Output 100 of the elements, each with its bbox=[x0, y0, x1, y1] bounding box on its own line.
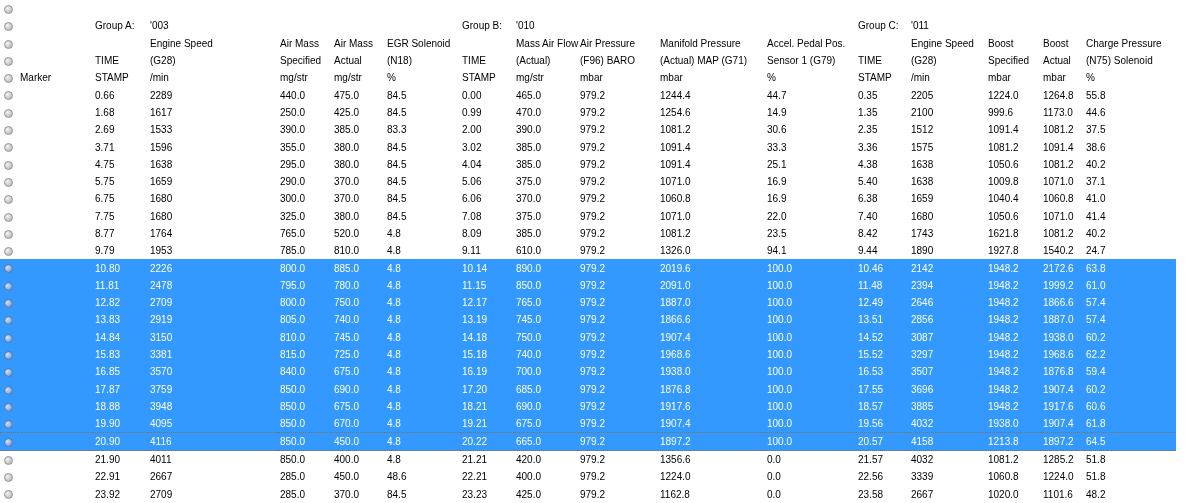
row-marker-icon[interactable] bbox=[4, 281, 13, 291]
table-cell: 100.0 bbox=[767, 366, 793, 378]
row-marker-icon[interactable] bbox=[4, 74, 13, 84]
table-cell: 4.8 bbox=[387, 279, 401, 291]
table-row[interactable]: 22.91 2667 285.0 450.0 48.6 22.21 400.0 979.2 1224.0 0.0 22.56 3339 1060.8 1224.0 51.8 bbox=[0, 468, 1176, 486]
table-row[interactable]: 1.68 1617 250.0 425.0 84.5 0.99 470.0 979.2 1254.6 14.9 1.35 2100 999.6 1173.0 44.6 bbox=[0, 103, 1176, 122]
table-row[interactable]: 6.75 1680 300.0 370.0 84.5 6.06 370.0 979.2 1060.8 16.9 6.38 1659 1040.4 1060.8 41.0 bbox=[0, 190, 1176, 208]
table-cell: 7.75 bbox=[95, 210, 115, 222]
row-marker-icon[interactable] bbox=[4, 195, 13, 205]
row-marker-icon[interactable] bbox=[4, 143, 13, 153]
row-marker-icon[interactable] bbox=[4, 402, 13, 412]
table-row[interactable]: 8.77 1764 765.0 520.0 4.8 8.09 385.0 979.2 1081.2 23.5 8.42 1743 1621.8 1081.2 40.2 bbox=[0, 224, 1176, 243]
table-cell: 725.0 bbox=[334, 349, 360, 361]
row-marker-icon[interactable] bbox=[4, 490, 13, 500]
row-marker-icon[interactable] bbox=[4, 177, 13, 187]
table-cell: 9.79 bbox=[95, 245, 115, 257]
table-cell: 979.2 bbox=[580, 124, 606, 136]
table-cell: 1512 bbox=[911, 124, 934, 136]
table-cell: 100.0 bbox=[767, 279, 793, 291]
table-cell: 1659 bbox=[911, 193, 934, 205]
column-header: Specified bbox=[280, 55, 322, 67]
table-cell: 100.0 bbox=[767, 436, 793, 448]
table-cell: 1866.6 bbox=[1043, 297, 1074, 309]
table-row[interactable]: 5.75 1659 290.0 370.0 84.5 5.06 375.0 979.2 1071.0 16.9 5.40 1638 1009.8 1071.0 37.1 bbox=[0, 172, 1176, 191]
table-cell: 20.22 bbox=[462, 436, 488, 448]
row-marker-icon[interactable] bbox=[4, 456, 13, 465]
table-cell: 375.0 bbox=[516, 210, 542, 222]
table-row[interactable]: 3.71 1596 355.0 380.0 84.5 3.02 385.0 979.2 1091.4 33.3 3.36 1575 1081.2 1091.4 38.6 bbox=[0, 138, 1176, 156]
table-cell: 37.1 bbox=[1086, 176, 1106, 188]
table-cell: 1101.6 bbox=[1043, 488, 1073, 500]
row-marker-icon[interactable] bbox=[4, 438, 13, 447]
row-marker-icon[interactable] bbox=[4, 108, 13, 118]
row-marker-icon[interactable] bbox=[4, 5, 13, 14]
table-row[interactable]: 4.75 1638 295.0 380.0 84.5 4.04 385.0 979.2 1091.4 25.1 4.38 1638 1050.6 1081.2 40.2 bbox=[0, 155, 1176, 173]
table-cell: 44.6 bbox=[1086, 106, 1106, 118]
table-cell: 21.90 bbox=[95, 454, 121, 466]
column-header: TIME bbox=[858, 55, 882, 67]
table-row[interactable]: 0.66 2289 440.0 475.0 84.5 0.00 465.0 979.2 1244.4 44.7 0.35 2205 1224.0 1264.8 55.8 bbox=[0, 86, 1176, 104]
row-marker-icon[interactable] bbox=[4, 420, 13, 429]
row-marker-icon[interactable] bbox=[4, 316, 13, 326]
row-marker-icon[interactable] bbox=[4, 126, 13, 136]
table-cell: 1968.6 bbox=[1043, 349, 1074, 361]
row-marker-icon[interactable] bbox=[4, 229, 13, 239]
table-row[interactable]: 21.90 4011 850.0 400.0 4.8 21.21 420.0 979.2 1356.6 0.0 21.57 4032 1081.2 1285.2 51.8 bbox=[0, 450, 1176, 469]
row-marker-icon[interactable] bbox=[4, 299, 13, 309]
table-cell: 1948.2 bbox=[988, 314, 1019, 326]
row-marker-icon[interactable] bbox=[4, 368, 13, 378]
table-cell: 685.0 bbox=[516, 383, 542, 395]
table-cell: 100.0 bbox=[767, 349, 793, 361]
table-cell: 4095 bbox=[150, 418, 173, 430]
table-cell: 8.77 bbox=[95, 228, 115, 239]
table-cell: 59.4 bbox=[1086, 366, 1106, 378]
table-cell: 57.4 bbox=[1086, 297, 1106, 309]
table-cell: 1680 bbox=[911, 210, 934, 222]
table-cell: 84.5 bbox=[387, 176, 407, 188]
row-marker-icon[interactable] bbox=[4, 473, 13, 483]
table-cell: 450.0 bbox=[334, 471, 360, 483]
table-cell: 1060.8 bbox=[988, 471, 1019, 483]
table-cell: 16.53 bbox=[858, 366, 884, 378]
table-cell: 21.57 bbox=[858, 454, 884, 466]
table-cell: 11.48 bbox=[858, 279, 883, 291]
table-cell: 3150 bbox=[150, 331, 173, 343]
table-cell: 1938.0 bbox=[660, 366, 691, 378]
table-cell: 41.0 bbox=[1086, 193, 1106, 205]
table-cell: 690.0 bbox=[516, 400, 542, 412]
table-cell: 400.0 bbox=[334, 454, 360, 466]
row-marker-icon[interactable] bbox=[4, 350, 13, 360]
table-cell: 41.4 bbox=[1086, 210, 1106, 222]
row-marker-icon[interactable] bbox=[4, 264, 13, 274]
table-cell: 5.75 bbox=[95, 176, 115, 188]
table-row[interactable]: 2.69 1533 390.0 385.0 83.3 2.00 390.0 979.2 1081.2 30.6 2.35 1512 1091.4 1081.2 37.5 bbox=[0, 121, 1176, 139]
table-cell: 84.5 bbox=[387, 89, 407, 101]
table-cell: 1081.2 bbox=[660, 124, 691, 136]
row-marker-icon[interactable] bbox=[4, 160, 13, 170]
row-marker-icon[interactable] bbox=[4, 22, 13, 32]
table-cell: 2019.6 bbox=[660, 262, 691, 274]
table-cell: 6.38 bbox=[858, 193, 878, 205]
row-marker-icon[interactable] bbox=[4, 56, 13, 66]
table-cell: 15.18 bbox=[462, 349, 488, 361]
column-header: Mass Air Flow bbox=[516, 37, 579, 49]
row-marker-icon[interactable] bbox=[4, 385, 13, 395]
table-cell: 1999.2 bbox=[1043, 279, 1074, 291]
table-row[interactable]: 23.92 2709 285.0 370.0 84.5 23.23 425.0 979.2 1162.8 0.0 23.58 2667 1020.0 1101.6 48.2 bbox=[0, 485, 1176, 503]
table-cell: 675.0 bbox=[516, 418, 542, 430]
table-cell: 4158 bbox=[911, 436, 934, 448]
table-cell: 1621.8 bbox=[988, 228, 1019, 239]
column-header: EGR Solenoid bbox=[387, 37, 451, 49]
row-marker-icon[interactable] bbox=[4, 39, 13, 49]
table-cell: 1285.2 bbox=[1043, 454, 1074, 466]
table-cell: 3948 bbox=[150, 400, 173, 412]
row-marker-icon[interactable] bbox=[4, 212, 13, 222]
column-header: (Actual) MAP (G71) bbox=[660, 55, 748, 67]
table-cell: 1907.4 bbox=[1043, 418, 1074, 430]
table-cell: 37.5 bbox=[1086, 124, 1106, 136]
table-row[interactable]: 9.79 1953 785.0 810.0 4.8 9.11 610.0 979.2 1326.0 94.1 9.44 1890 1927.8 1540.2 24.7 bbox=[0, 242, 1176, 260]
row-marker-icon[interactable] bbox=[4, 247, 13, 257]
row-marker-icon[interactable] bbox=[4, 91, 13, 101]
table-cell: 100.0 bbox=[767, 400, 793, 412]
row-marker-icon[interactable] bbox=[4, 333, 13, 343]
table-row[interactable]: 7.75 1680 325.0 380.0 84.5 7.08 375.0 979.2 1071.0 22.0 7.40 1680 1050.6 1071.0 41.4 bbox=[0, 207, 1176, 225]
